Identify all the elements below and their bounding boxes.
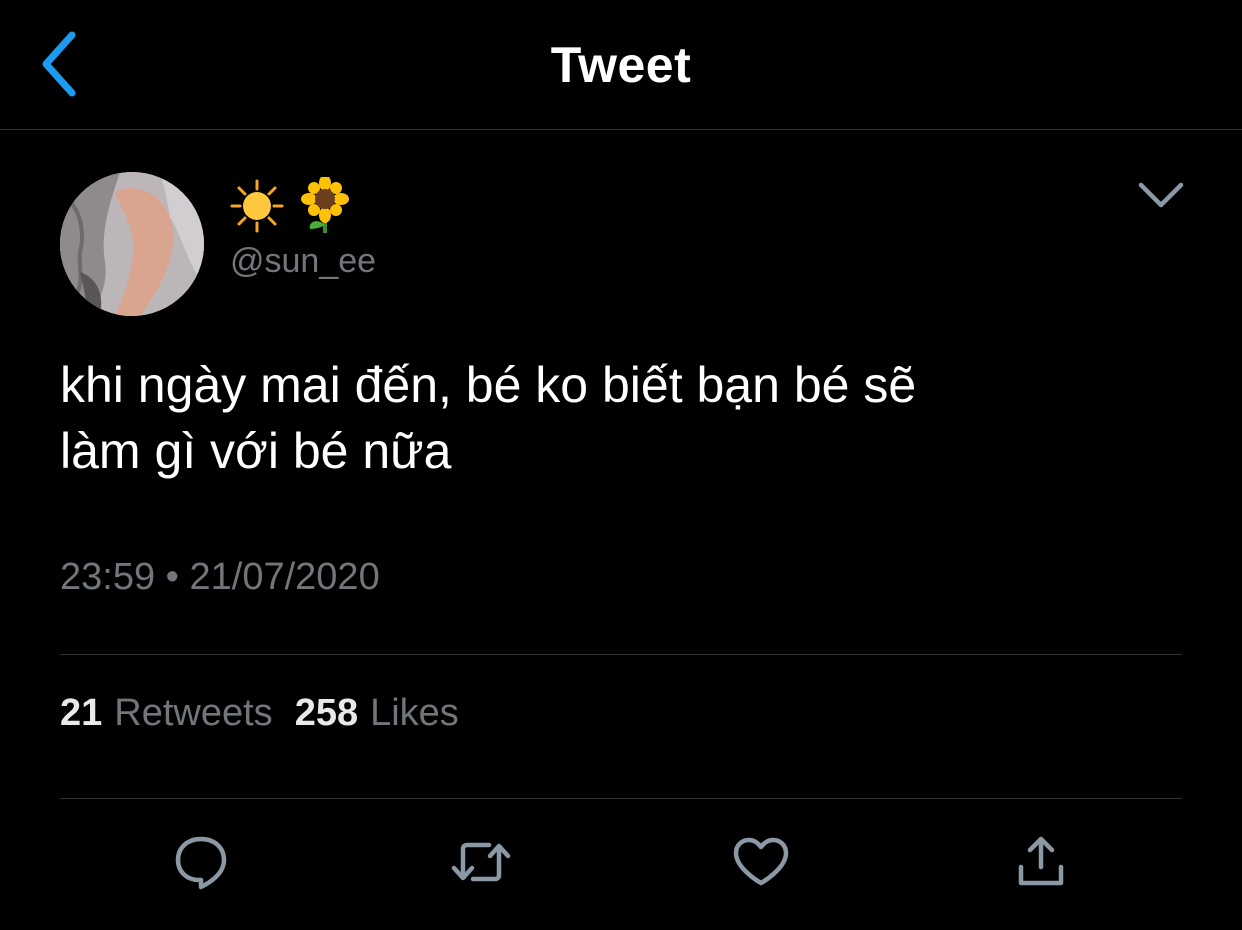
tweet-text: khi ngày mai đến, bé ko biết bạn bé sẽ l… xyxy=(60,357,917,479)
likes-stat[interactable]: 258 Likes xyxy=(295,692,459,735)
sun-emoji-icon xyxy=(230,179,284,233)
retweets-count: 21 xyxy=(60,692,103,734)
like-icon xyxy=(733,837,789,886)
page-title: Tweet xyxy=(550,37,692,93)
sunflower-emoji-icon xyxy=(301,177,349,233)
divider xyxy=(60,654,1182,655)
likes-count: 258 xyxy=(294,692,359,734)
tweet-stats: 21 Retweets 258 Likes xyxy=(60,692,459,735)
retweet-icon xyxy=(451,842,511,882)
avatar[interactable] xyxy=(60,172,204,316)
retweets-label: Retweets xyxy=(114,692,273,734)
retweets-stat[interactable]: 21 Retweets xyxy=(60,692,273,735)
user-handle[interactable]: @sun_ee xyxy=(230,242,376,281)
like-button[interactable] xyxy=(731,832,791,892)
display-name[interactable] xyxy=(230,176,352,236)
likes-label: Likes xyxy=(370,692,459,734)
share-button[interactable] xyxy=(1011,832,1071,892)
tweet-menu-button[interactable] xyxy=(1132,170,1190,220)
divider xyxy=(60,798,1182,799)
chevron-down-icon xyxy=(1138,182,1184,208)
tweet-timestamp[interactable]: 23:59 • 21/07/2020 xyxy=(60,556,380,599)
top-bar: Tweet xyxy=(0,0,1242,130)
share-icon xyxy=(1018,836,1064,886)
reply-button[interactable] xyxy=(171,832,231,892)
reply-icon xyxy=(175,836,227,890)
retweet-button[interactable] xyxy=(451,832,511,892)
avatar-image xyxy=(60,172,204,316)
